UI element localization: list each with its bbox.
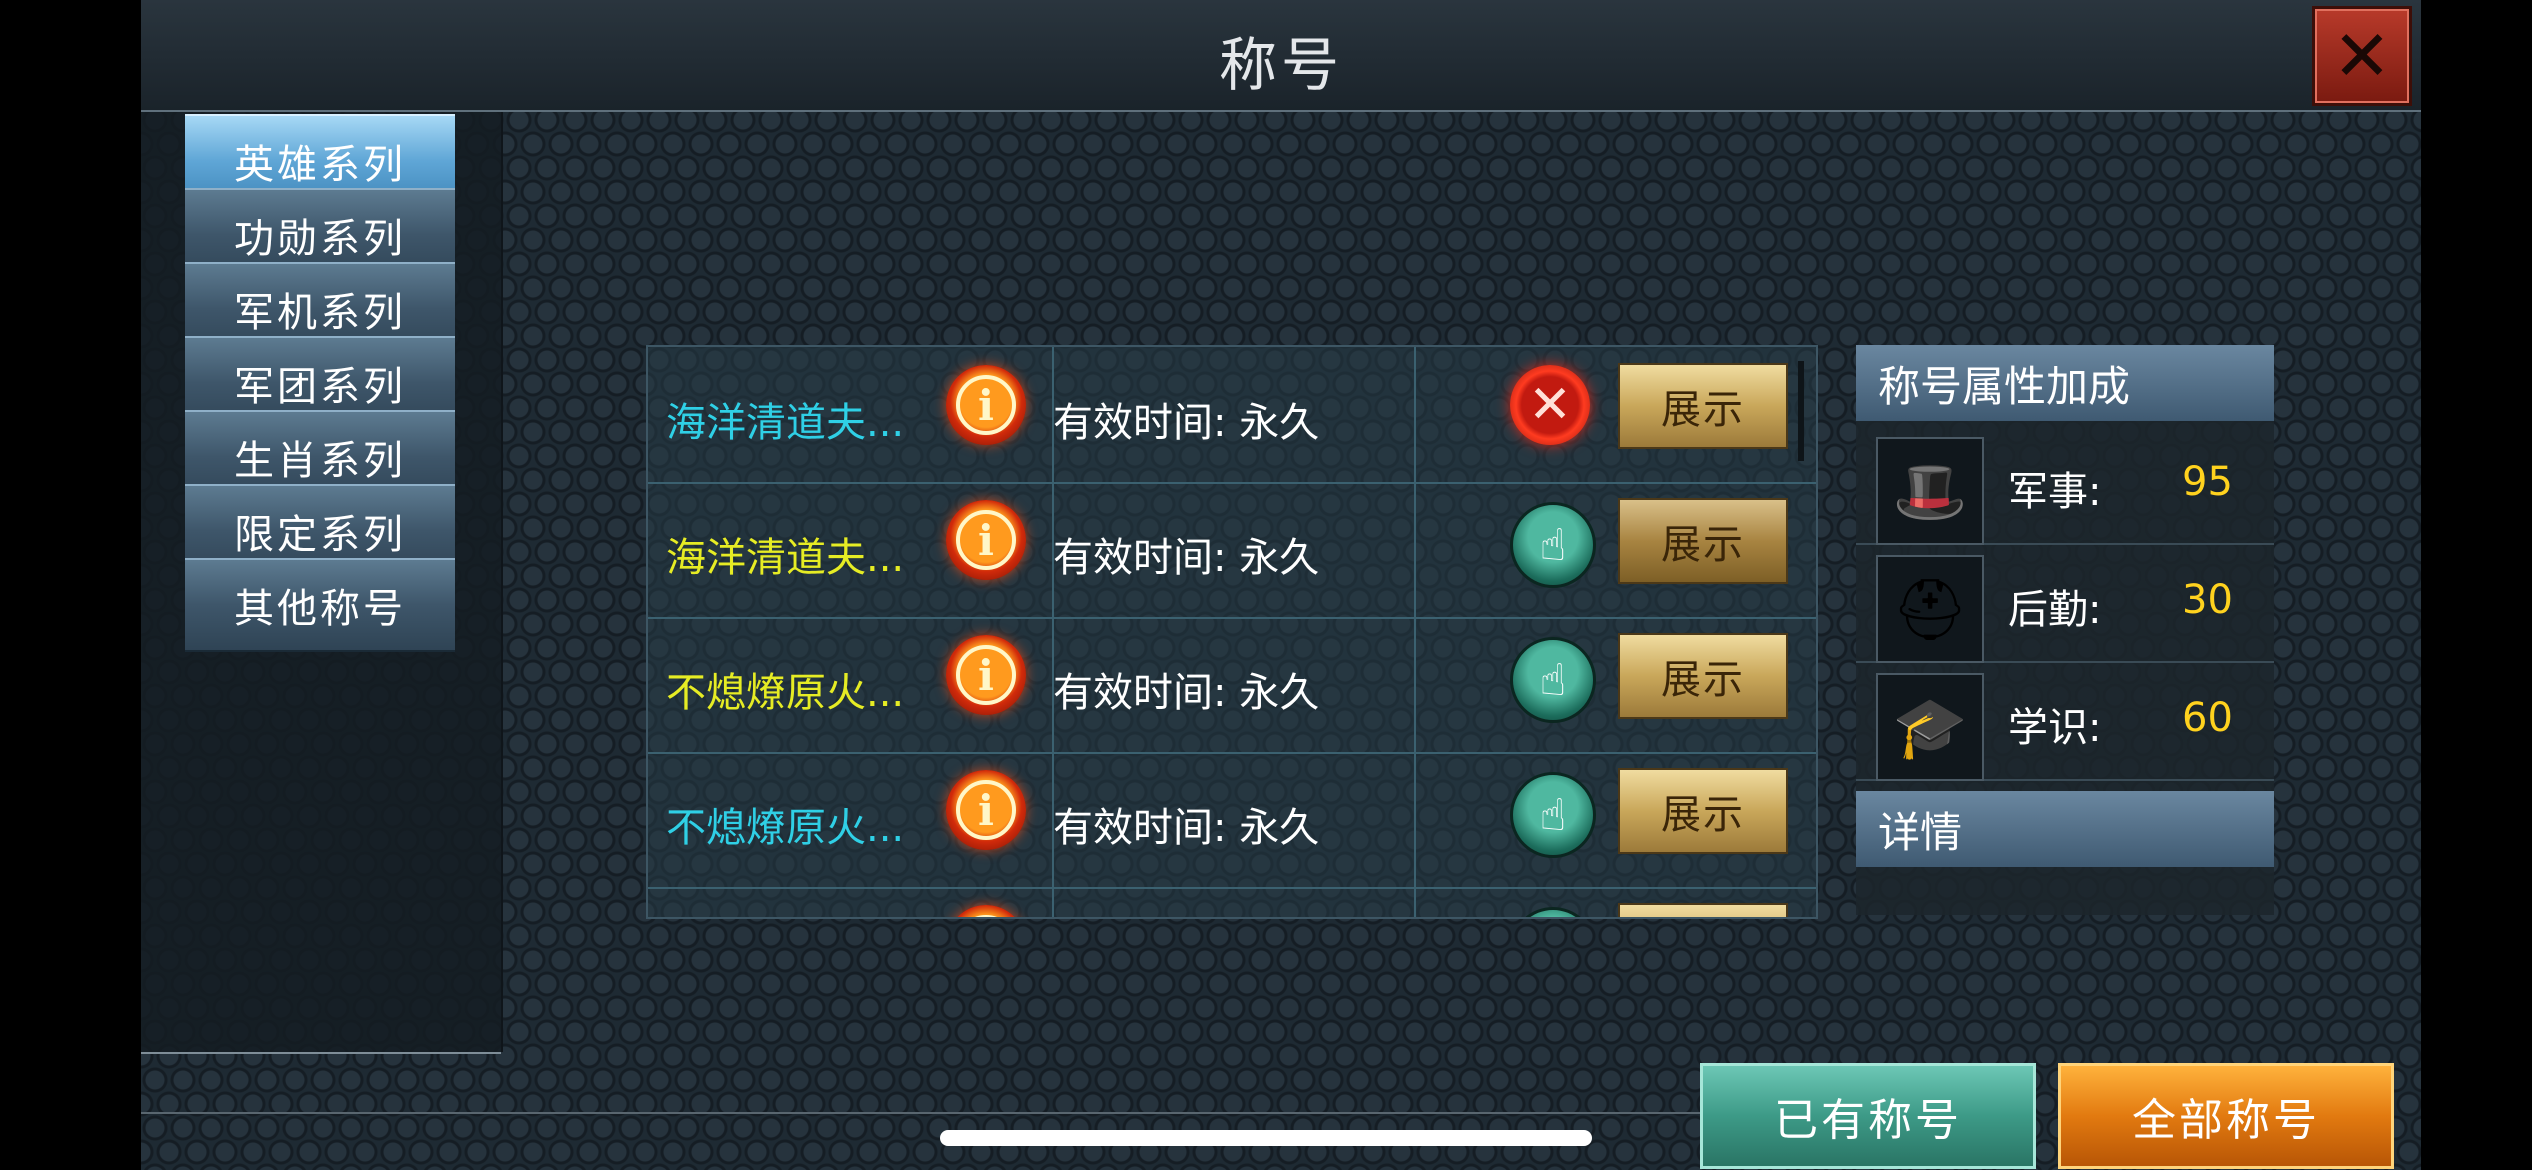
title-bar: 称号	[141, 0, 2421, 112]
divider	[1414, 482, 1416, 617]
divider	[1414, 617, 1416, 752]
list-item: 不熄燎原火... i 有效时间: 永久 ☝ 展示	[648, 617, 1816, 754]
helmet-pickaxe-icon: ⛑	[1876, 555, 1984, 663]
sidebar: 英雄系列 功勋系列 军机系列 军团系列 生肖系列 限定系列 其他称号	[141, 112, 503, 1052]
attribute-row: 🎩 军事: 95	[1856, 427, 2274, 545]
attribute-value: 95	[2182, 459, 2233, 505]
list-item-partial: i ☝	[648, 887, 1816, 917]
validity-time: 有效时间: 永久	[1053, 670, 1320, 716]
divider	[1414, 347, 1416, 482]
info-icon[interactable]: i	[946, 905, 1026, 917]
divider	[1052, 887, 1054, 917]
officer-cap-pistol-icon: 🎩	[1876, 437, 1984, 545]
tab-all-titles[interactable]: 全部称号	[2058, 1063, 2394, 1169]
home-indicator[interactable]	[940, 1130, 1592, 1146]
info-icon[interactable]: i	[946, 635, 1026, 715]
info-icon[interactable]: i	[946, 500, 1026, 580]
graduation-cap-icon: 🎓	[1876, 673, 1984, 781]
info-icon[interactable]: i	[946, 770, 1026, 850]
show-button[interactable]	[1618, 903, 1788, 917]
scrollbar[interactable]	[1798, 361, 1804, 461]
validity-time: 有效时间: 永久	[1053, 535, 1320, 581]
list-item: 海洋清道夫... i 有效时间: 永久 ✕ 展示	[648, 347, 1816, 484]
attribute-value: 30	[2182, 577, 2233, 623]
divider	[1414, 887, 1416, 917]
attribute-header: 称号属性加成	[1856, 345, 2274, 421]
divider	[141, 1112, 1701, 1114]
title-name: 海洋清道夫...	[666, 535, 905, 581]
title-name: 海洋清道夫...	[666, 400, 905, 446]
list-item: 海洋清道夫... i 有效时间: 永久 ☝ 展示	[648, 482, 1816, 619]
attribute-label: 学识:	[2008, 705, 2102, 751]
show-button[interactable]: 展示	[1618, 633, 1788, 719]
show-button[interactable]: 展示	[1618, 498, 1788, 584]
divider	[1414, 752, 1416, 887]
show-button[interactable]: 展示	[1618, 363, 1788, 449]
hand-pointer-icon[interactable]: ☝	[1510, 772, 1596, 858]
close-button[interactable]: ✕	[2312, 6, 2412, 106]
list-item: 不熄燎原火... i 有效时间: 永久 ☝ 展示	[648, 752, 1816, 889]
attribute-row: ⛑ 后勤: 30	[1856, 545, 2274, 663]
info-icon[interactable]: i	[946, 365, 1026, 445]
page-title: 称号	[1218, 31, 1343, 99]
title-name: 不熄燎原火...	[666, 670, 905, 716]
sidebar-item-other-titles[interactable]: 其他称号	[185, 558, 455, 652]
divider	[141, 1052, 501, 1054]
tab-owned-titles[interactable]: 已有称号	[1700, 1063, 2036, 1169]
cancel-icon[interactable]: ✕	[1510, 365, 1590, 445]
attribute-row: 🎓 学识: 60	[1856, 663, 2274, 781]
details-header: 详情	[1856, 791, 2274, 867]
title-list[interactable]: 海洋清道夫... i 有效时间: 永久 ✕ 展示 海洋清道夫... i 有效时间…	[646, 345, 1818, 919]
hand-pointer-icon[interactable]: ☝	[1510, 637, 1596, 723]
hand-pointer-icon[interactable]: ☝	[1510, 907, 1596, 917]
hand-pointer-icon[interactable]: ☝	[1510, 502, 1596, 588]
close-x-icon: ✕	[2332, 15, 2392, 97]
show-button[interactable]: 展示	[1618, 768, 1788, 854]
title-name: 不熄燎原火...	[666, 805, 905, 851]
validity-time: 有效时间: 永久	[1053, 400, 1320, 446]
attribute-value: 60	[2182, 695, 2233, 741]
attribute-panel: 称号属性加成 🎩 军事: 95 ⛑ 后勤: 30 🎓 学识: 60 详情	[1856, 345, 2274, 915]
attribute-label: 后勤:	[2008, 587, 2102, 633]
validity-time: 有效时间: 永久	[1053, 805, 1320, 851]
attribute-label: 军事:	[2008, 469, 2102, 515]
